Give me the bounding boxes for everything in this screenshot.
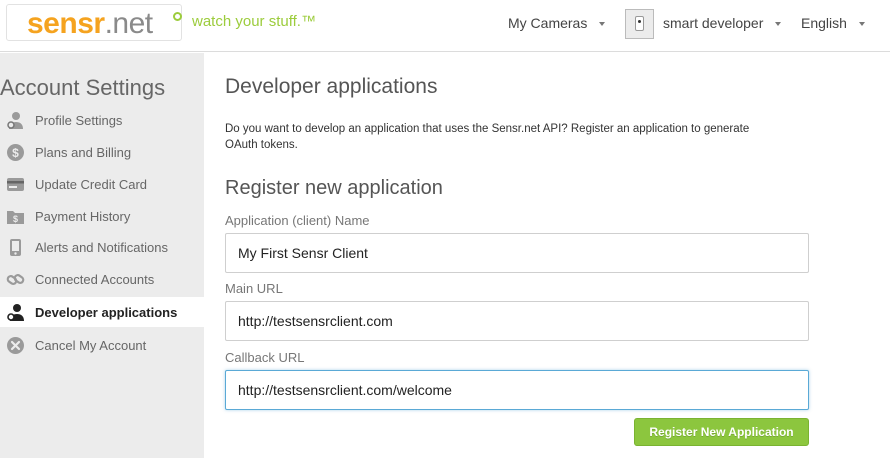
main-url-label: Main URL [225, 281, 283, 296]
sidebar: Account Settings Profile Settings $ Plan… [0, 53, 204, 458]
sidebar-item-label: Plans and Billing [35, 145, 132, 160]
avatar[interactable] [625, 9, 654, 39]
camera-icon [635, 16, 644, 31]
chevron-down-icon [858, 22, 865, 27]
app-name-label: Application (client) Name [225, 213, 370, 228]
sidebar-item-label: Profile Settings [35, 113, 123, 128]
tagline: watch your stuff.™ [192, 13, 316, 30]
sidebar-item-label: Connected Accounts [35, 272, 155, 287]
sidebar-item-payment-history[interactable]: $ Payment History [0, 201, 204, 231]
dollar-coin-icon: $ [7, 144, 24, 161]
app-name-input[interactable] [225, 233, 809, 273]
sidebar-item-label: Cancel My Account [35, 338, 147, 353]
phone-icon [10, 239, 21, 256]
sidebar-item-cancel-account[interactable]: Cancel My Account [0, 330, 204, 360]
dollar-folder-icon: $ [7, 211, 24, 224]
sidebar-item-label: Developer applications [35, 305, 178, 320]
sidebar-item-alerts-notifications[interactable]: Alerts and Notifications [0, 232, 204, 262]
my-cameras-label: My Cameras [508, 15, 588, 31]
sidebar-item-label: Alerts and Notifications [35, 240, 168, 255]
my-cameras-menu[interactable]: My Cameras [508, 15, 606, 31]
intro-text: Do you want to develop an application th… [225, 123, 750, 151]
page-title: Developer applications [225, 75, 438, 98]
sidebar-item-plans-billing[interactable]: $ Plans and Billing [0, 137, 204, 167]
callback-url-label: Callback URL [225, 350, 305, 365]
sidebar-item-label: Update Credit Card [35, 177, 147, 192]
sidebar-title: Account Settings [0, 75, 166, 100]
developer-icon [7, 304, 24, 321]
logo[interactable]: sensr.net [6, 4, 182, 41]
callback-url-input[interactable] [225, 370, 809, 410]
sidebar-item-connected-accounts[interactable]: Connected Accounts [0, 264, 204, 294]
user-menu[interactable]: smart developer [663, 15, 782, 31]
sidebar-item-developer-applications[interactable]: Developer applications [0, 297, 204, 327]
user-name: smart developer [663, 15, 764, 31]
chevron-down-icon [599, 22, 606, 27]
chevron-down-icon [775, 22, 782, 27]
user-gear-icon [7, 112, 23, 129]
logo-dot-icon [173, 12, 182, 21]
link-icon [6, 274, 25, 285]
credit-card-icon [7, 178, 24, 191]
logo-text: sensr.net [27, 7, 153, 40]
svg-text:$: $ [13, 214, 18, 224]
sidebar-item-profile-settings[interactable]: Profile Settings [0, 105, 204, 135]
sidebar-item-update-credit-card[interactable]: Update Credit Card [0, 169, 204, 199]
cancel-circle-icon [7, 337, 24, 354]
svg-text:$: $ [12, 146, 19, 160]
register-application-button[interactable]: Register New Application [634, 418, 809, 446]
language-menu[interactable]: English [801, 15, 865, 31]
form-title: Register new application [225, 177, 443, 199]
sidebar-item-label: Payment History [35, 209, 131, 224]
main-url-input[interactable] [225, 301, 809, 341]
top-bar: sensr.net watch your stuff.™ My Cameras … [0, 0, 890, 52]
language-label: English [801, 15, 847, 31]
